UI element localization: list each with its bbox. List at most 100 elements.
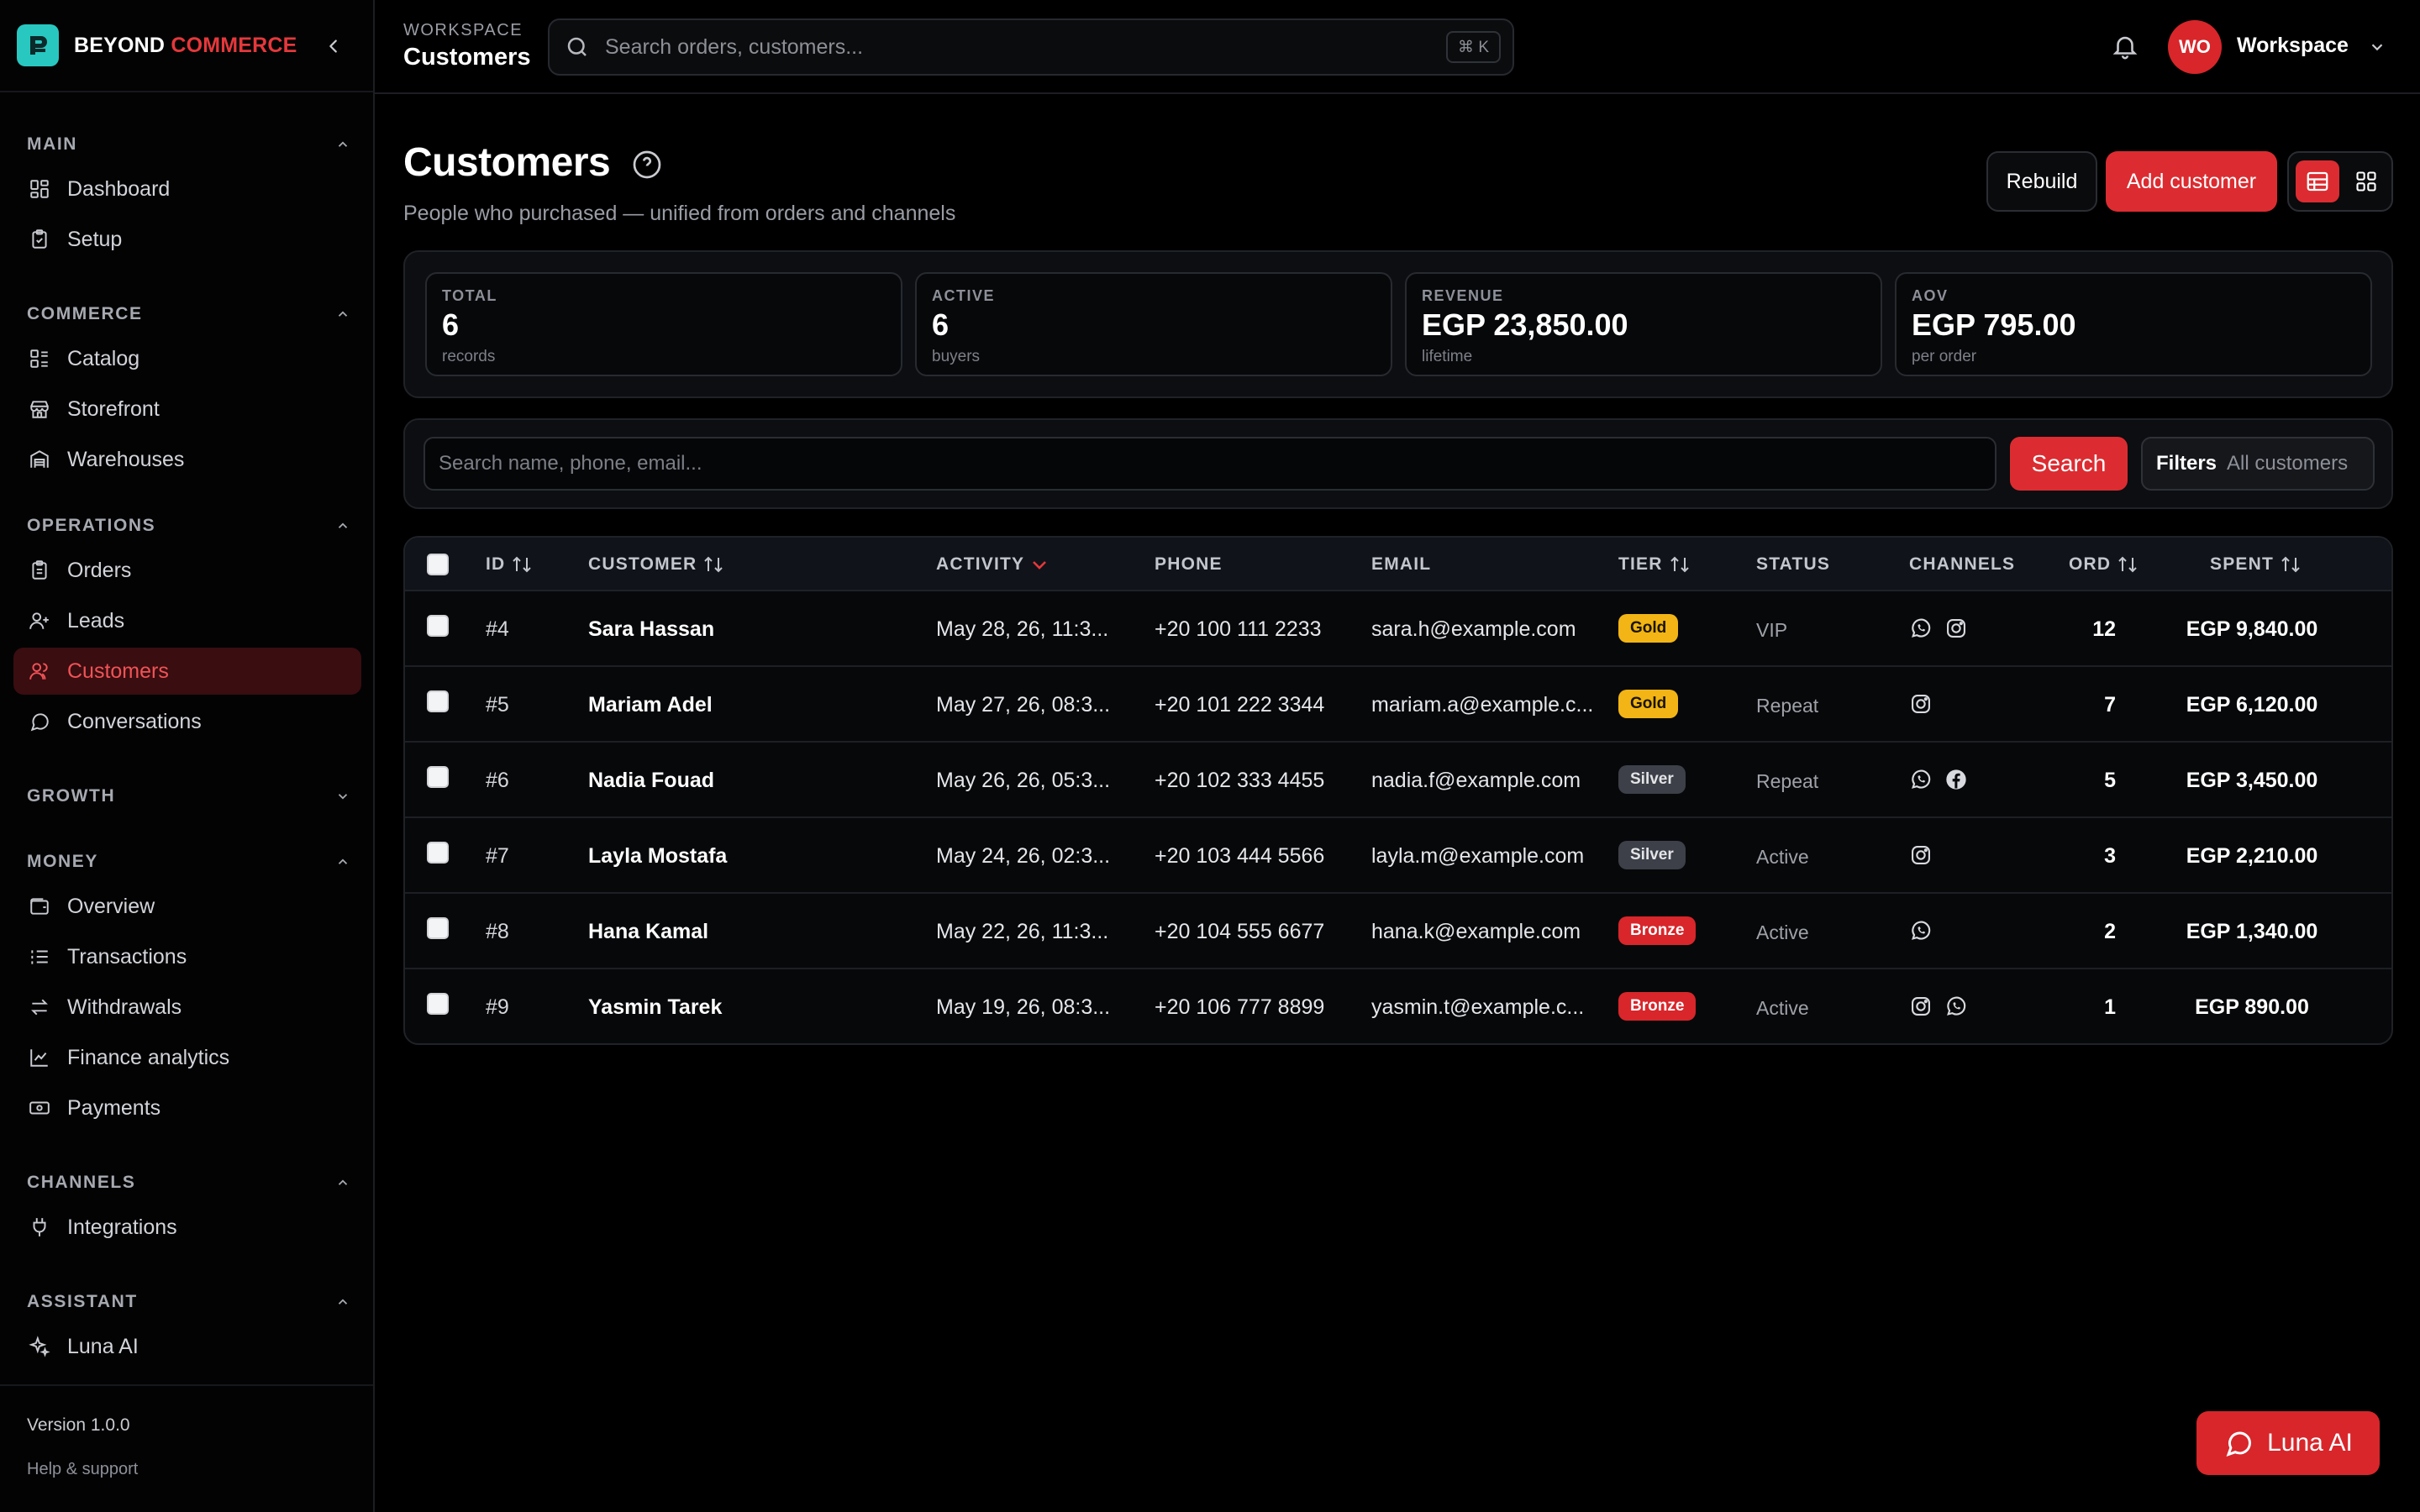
row-checkbox[interactable] (427, 993, 449, 1015)
nav-section-assistant[interactable]: ASSISTANT (27, 1285, 350, 1319)
grid-view-button[interactable] (2344, 160, 2388, 202)
table-row[interactable]: #6 Nadia Fouad May 26, 26, 05:3... +20 102 … (405, 743, 2391, 818)
workspace-switcher[interactable]: Workspace (2237, 34, 2349, 58)
brand[interactable]: BEYOND COMMERCE (0, 0, 373, 92)
sort-icon (2118, 556, 2137, 573)
sidebar-item-warehouses[interactable]: Warehouses (13, 436, 361, 483)
sidebar-item-orders[interactable]: Orders (13, 547, 361, 594)
cell-customer-name[interactable]: Mariam Adel (588, 693, 713, 717)
table-row[interactable]: #8 Hana Kamal May 22, 26, 11:3... +20 104 5… (405, 894, 2391, 969)
stat-card-total: TOTAL 6 records (425, 272, 902, 376)
brand-name: BEYOND COMMERCE (74, 34, 297, 58)
column-header-label: TIER (1618, 554, 1663, 574)
rebuild-button[interactable]: Rebuild (1986, 151, 2097, 212)
global-search-placeholder: Search orders, customers... (605, 34, 864, 59)
search-button[interactable]: Search (2010, 437, 2128, 491)
row-checkbox[interactable] (427, 917, 449, 939)
column-header-customer[interactable]: CUSTOMER (588, 554, 725, 575)
nav-section-label: ASSISTANT (27, 1292, 138, 1311)
table-row[interactable]: #9 Yasmin Tarek May 19, 26, 08:3... +20 106… (405, 969, 2391, 1043)
search-icon (565, 34, 590, 60)
nav-section-main[interactable]: MAIN (27, 128, 350, 161)
filters-button[interactable]: Filters All customers (2141, 437, 2375, 491)
nav-section-operations[interactable]: OPERATIONS (27, 509, 350, 543)
brand-name-part-2: COMMERCE (171, 33, 297, 57)
nav-section-money[interactable]: MONEY (27, 845, 350, 879)
breadcrumb-current: Customers (403, 44, 531, 71)
cell-status: Active (1756, 846, 1809, 868)
chevron-down-icon[interactable] (2368, 38, 2386, 56)
sidebar-item-setup[interactable]: Setup (13, 216, 361, 263)
avatar[interactable]: WO (2168, 20, 2222, 74)
sidebar-item-finance-analytics[interactable]: Finance analytics (13, 1034, 361, 1081)
sidebar-item-withdrawals[interactable]: Withdrawals (13, 984, 361, 1031)
sidebar-item-label: Withdrawals (67, 995, 182, 1019)
help-support-link[interactable]: Help & support (27, 1460, 138, 1479)
cell-phone: +20 104 555 6677 (1155, 920, 1325, 943)
chat-icon (27, 709, 52, 734)
sidebar-item-overview[interactable]: Overview (13, 883, 361, 930)
stat-label: REVENUE (1422, 287, 1504, 304)
stat-sub: records (442, 348, 496, 365)
sidebar-item-label: Dashboard (67, 176, 171, 201)
whatsapp-icon (1944, 995, 1968, 1018)
table-row[interactable]: #4 Sara Hassan May 28, 26, 11:3... +20 100 … (405, 591, 2391, 667)
row-checkbox[interactable] (427, 766, 449, 788)
whatsapp-icon (1909, 617, 1933, 640)
cell-customer-name[interactable]: Yasmin Tarek (588, 995, 722, 1020)
row-checkbox[interactable] (427, 842, 449, 864)
cell-customer-name[interactable]: Layla Mostafa (588, 844, 727, 869)
column-header-id[interactable]: ID (486, 554, 534, 575)
instagram-icon (1909, 692, 1933, 716)
sidebar-item-label: Leads (67, 608, 125, 633)
cell-phone: +20 102 333 4455 (1155, 769, 1325, 792)
chevron-up-icon (338, 1299, 348, 1305)
sidebar-item-dashboard[interactable]: Dashboard (13, 165, 361, 213)
sidebar-item-catalog[interactable]: Catalog (13, 335, 361, 382)
sidebar-item-payments[interactable]: Payments (13, 1084, 361, 1131)
sidebar-item-luna-ai[interactable]: Luna AI (13, 1323, 361, 1370)
cell-status: Active (1756, 997, 1809, 1019)
sidebar-item-label: Storefront (67, 396, 160, 421)
cell-orders: 7 (2104, 693, 2116, 717)
cell-status: VIP (1756, 619, 1788, 641)
add-customer-button[interactable]: Add customer (2106, 151, 2277, 212)
table-view-button[interactable] (2296, 160, 2339, 202)
column-header-activity[interactable]: ACTIVITY (936, 554, 1050, 575)
nav-section-growth[interactable]: GROWTH (27, 780, 350, 813)
table-row[interactable]: #5 Mariam Adel May 27, 26, 08:3... +20 101 … (405, 667, 2391, 743)
sidebar-item-transactions[interactable]: Transactions (13, 933, 361, 980)
column-header-spent[interactable]: SPENT (2210, 554, 2302, 575)
column-header-label: PHONE (1155, 554, 1223, 574)
sidebar-item-label: Finance analytics (67, 1045, 230, 1069)
collapse-sidebar-icon[interactable] (319, 32, 348, 60)
list-icon (27, 346, 52, 371)
sort-icon (513, 556, 532, 573)
nav-section-channels[interactable]: CHANNELS (27, 1166, 350, 1200)
sidebar-item-storefront[interactable]: Storefront (13, 386, 361, 433)
select-all-checkbox[interactable] (427, 554, 449, 575)
luna-ai-button[interactable]: Luna AI (2196, 1411, 2380, 1475)
bell-icon[interactable] (2111, 32, 2139, 60)
row-checkbox[interactable] (427, 615, 449, 637)
customer-search-input[interactable]: Search name, phone, email... (424, 437, 1996, 491)
row-checkbox[interactable] (427, 690, 449, 712)
help-circle-icon[interactable] (632, 150, 662, 180)
column-header-tier[interactable]: TIER (1618, 554, 1691, 575)
sidebar: BEYOND COMMERCE MAIN Dashboard Setup COM… (0, 0, 375, 1512)
cell-customer-name[interactable]: Hana Kamal (588, 920, 708, 944)
chat-icon (2226, 1431, 2252, 1457)
table-header: ID CUSTOMER ACTIVITY PHONE EMAIL TIER ST… (405, 538, 2391, 591)
nav-section-commerce[interactable]: COMMERCE (27, 297, 350, 331)
cell-customer-name[interactable]: Nadia Fouad (588, 769, 714, 793)
sidebar-item-leads[interactable]: Leads (13, 597, 361, 644)
sidebar-item-customers[interactable]: Customers (13, 648, 361, 695)
sort-desc-icon (1033, 561, 1047, 570)
sidebar-item-conversations[interactable]: Conversations (13, 698, 361, 745)
cell-customer-name[interactable]: Sara Hassan (588, 617, 714, 642)
instagram-icon (1909, 995, 1933, 1018)
column-header-orders[interactable]: ORD (2069, 554, 2139, 575)
table-row[interactable]: #7 Layla Mostafa May 24, 26, 02:3... +20 10… (405, 818, 2391, 894)
sidebar-item-integrations[interactable]: Integrations (13, 1204, 361, 1251)
global-search-input[interactable]: Search orders, customers... ⌘ K (548, 18, 1514, 76)
